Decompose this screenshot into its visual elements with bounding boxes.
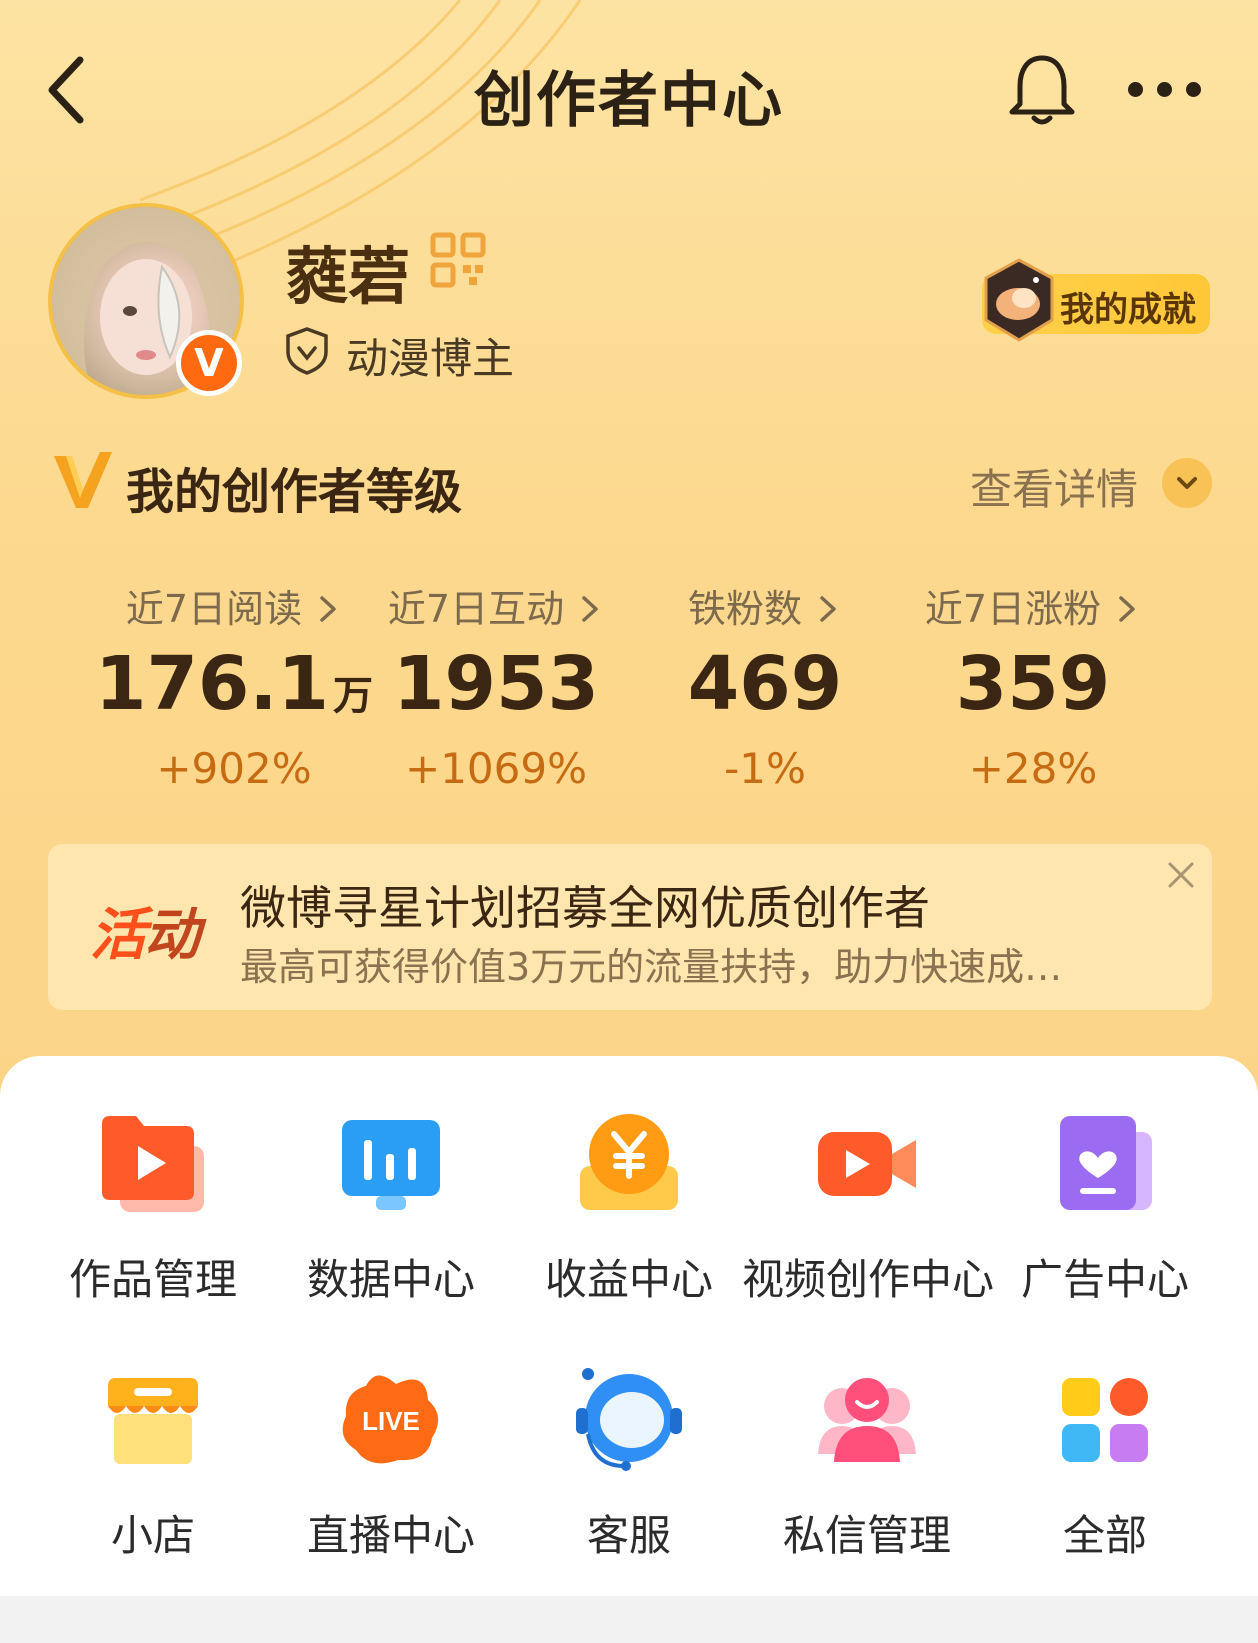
stat-label: 近7日涨粉 xyxy=(924,587,1102,631)
tool-label: 广告中心 xyxy=(1020,1255,1189,1304)
stat-7day-reads[interactable]: 近7日阅读 176.1 万 +902% xyxy=(94,578,374,793)
chevron-down-icon[interactable] xyxy=(1162,458,1212,508)
stat-value: 176.1 xyxy=(94,641,330,727)
stat-change: +28% xyxy=(968,744,1098,793)
tool-video-creation-center[interactable]: 视频创作中心 xyxy=(742,1110,995,1307)
svg-text:LIVE: LIVE xyxy=(362,1406,420,1436)
activity-tag-a: 活 xyxy=(90,903,146,968)
tool-label: 全部 xyxy=(1062,1511,1147,1560)
achievement-medal-icon[interactable] xyxy=(982,258,1056,342)
shop-icon xyxy=(108,1378,198,1464)
username: 蕤菪 xyxy=(286,240,411,313)
stat-7day-new-fans[interactable]: 近7日涨粉 359 +28% xyxy=(893,578,1173,793)
tool-label: 作品管理 xyxy=(68,1255,237,1304)
activity-tag-b: 动 xyxy=(144,903,200,968)
stat-change: +1069% xyxy=(405,744,587,793)
tool-customer-service[interactable]: 客服 xyxy=(504,1366,754,1563)
creator-tag: 动漫博主 xyxy=(346,334,515,383)
tool-ad-center[interactable]: 广告中心 xyxy=(980,1110,1230,1307)
verified-badge: V xyxy=(176,330,242,396)
chevron-right-icon xyxy=(820,596,836,622)
stat-iron-fans[interactable]: 铁粉数 469 -1% xyxy=(625,578,905,793)
tool-label: 数据中心 xyxy=(306,1255,475,1304)
stat-label: 近7日阅读 xyxy=(125,587,303,631)
tool-shop[interactable]: 小店 xyxy=(28,1366,278,1563)
tool-revenue-center[interactable]: 收益中心 xyxy=(504,1110,754,1307)
yuan-coin-icon xyxy=(580,1114,678,1210)
data-chart-icon xyxy=(342,1120,440,1210)
bell-icon[interactable] xyxy=(1006,52,1078,128)
activity-title[interactable]: 微博寻星计划招募全网优质创作者 xyxy=(240,872,930,938)
chevron-right-icon xyxy=(1119,596,1135,622)
stat-7day-interactions[interactable]: 近7日互动 1953 +1069% xyxy=(356,578,636,793)
stat-value: 359 xyxy=(955,641,1111,727)
customer-service-icon xyxy=(576,1368,682,1471)
tool-label: 小店 xyxy=(110,1511,195,1560)
close-icon[interactable] xyxy=(1166,860,1196,890)
stat-label: 近7日互动 xyxy=(387,587,565,631)
achievement-label[interactable]: 我的成就 xyxy=(1060,282,1196,331)
private-message-icon xyxy=(818,1378,916,1462)
chevron-right-icon xyxy=(320,596,336,622)
video-camera-icon xyxy=(818,1132,916,1196)
tool-data-center[interactable]: 数据中心 xyxy=(266,1110,516,1307)
all-apps-icon xyxy=(1062,1378,1148,1462)
qr-code-icon[interactable] xyxy=(430,232,486,288)
stat-value: 469 xyxy=(687,641,843,727)
stat-label: 铁粉数 xyxy=(687,587,802,631)
creator-level-title: 我的创作者等级 xyxy=(126,464,463,520)
stat-value: 1953 xyxy=(393,641,599,727)
tool-label: 视频创作中心 xyxy=(742,1255,995,1304)
stat-change: +902% xyxy=(156,744,312,793)
tool-label: 客服 xyxy=(586,1511,671,1560)
tool-works-management[interactable]: 作品管理 xyxy=(28,1110,278,1307)
ad-heart-icon xyxy=(1060,1116,1152,1210)
stat-change: -1% xyxy=(724,744,806,793)
activity-subtitle: 最高可获得价值3万元的流量扶持，助力快速成… xyxy=(240,945,1063,989)
view-details-link[interactable]: 查看详情 xyxy=(970,456,1138,517)
shield-icon xyxy=(286,327,328,375)
more-dots-icon[interactable] xyxy=(1128,70,1228,110)
tool-live-center[interactable]: LIVE 直播中心 xyxy=(266,1366,516,1563)
tool-label: 收益中心 xyxy=(544,1255,713,1304)
works-play-icon xyxy=(102,1116,204,1212)
live-icon: LIVE xyxy=(342,1375,439,1464)
tool-label: 私信管理 xyxy=(782,1511,951,1560)
creator-v-icon xyxy=(54,452,112,508)
tool-label: 直播中心 xyxy=(306,1511,475,1560)
tool-all[interactable]: 全部 xyxy=(980,1366,1230,1563)
tool-private-message[interactable]: 私信管理 xyxy=(742,1366,992,1563)
activity-tag: 活动 xyxy=(90,890,200,971)
chevron-right-icon xyxy=(582,596,598,622)
